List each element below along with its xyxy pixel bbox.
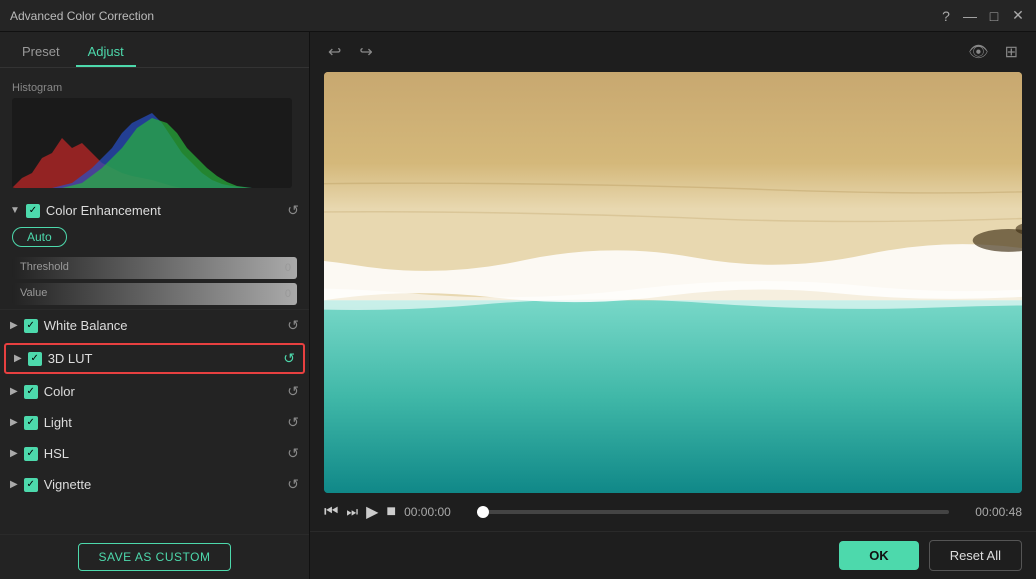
hsl-reset-icon[interactable]: ↺ — [287, 445, 299, 462]
beach-image — [324, 72, 1022, 493]
chevron-icon: ▶ — [10, 417, 18, 428]
reset-all-button[interactable]: Reset All — [929, 540, 1022, 571]
undo-button[interactable]: ↩ — [324, 40, 345, 64]
save-as-custom-button[interactable]: SAVE AS CUSTOM — [78, 543, 232, 571]
chevron-icon: ▶ — [14, 353, 22, 364]
play-button[interactable]: ▶ — [366, 502, 378, 522]
chevron-icon: ▶ — [10, 320, 18, 331]
section-white-balance[interactable]: ▶ ✓ White Balance ↺ — [0, 310, 309, 341]
value-value: 0 — [285, 288, 291, 300]
chevron-icon[interactable]: ▼ — [10, 205, 20, 216]
value-slider[interactable]: Value 0 — [12, 283, 297, 305]
chevron-icon: ▶ — [10, 479, 18, 490]
sections-list: ▶ ✓ White Balance ↺ ▶ ✓ 3D LUT ↺ — [0, 309, 309, 500]
right-panel: ↩ ↪ 👁 ⊞ — [310, 32, 1036, 579]
tab-preset[interactable]: Preset — [10, 38, 72, 67]
color-enhancement-header: ▼ ✓ Color Enhancement ↺ — [0, 196, 309, 225]
chevron-icon: ▶ — [10, 386, 18, 397]
section-left: ▼ ✓ Color Enhancement — [10, 203, 161, 218]
compare-button[interactable]: ⊞ — [1001, 40, 1022, 64]
redo-button[interactable]: ↪ — [355, 40, 376, 64]
toolbar-right: 👁 ⊞ — [964, 40, 1022, 64]
progress-handle[interactable] — [477, 506, 489, 518]
ok-button[interactable]: OK — [839, 541, 919, 570]
color-enhancement-label: Color Enhancement — [46, 203, 161, 218]
minimize-button[interactable]: — — [962, 8, 978, 24]
auto-button[interactable]: Auto — [12, 227, 67, 247]
rewind-button[interactable]: ⏮ — [324, 503, 338, 521]
vignette-checkbox[interactable]: ✓ — [24, 478, 38, 492]
action-bar: OK Reset All — [310, 531, 1036, 579]
maximize-button[interactable]: □ — [986, 8, 1002, 24]
section-color[interactable]: ▶ ✓ Color ↺ — [0, 376, 309, 407]
close-button[interactable]: ✕ — [1010, 8, 1026, 24]
chevron-icon: ▶ — [10, 448, 18, 459]
stop-button[interactable]: ■ — [386, 503, 396, 521]
playback-bar: ⏮ ⏭ ▶ ■ 00:00:00 00:00:48 — [310, 493, 1036, 531]
preview-area — [324, 72, 1022, 493]
section-3d-lut[interactable]: ▶ ✓ 3D LUT ↺ — [6, 345, 303, 372]
titlebar: Advanced Color Correction ? — □ ✕ — [0, 0, 1036, 32]
color-enhancement-checkbox[interactable]: ✓ — [26, 204, 40, 218]
3d-lut-label: 3D LUT — [48, 351, 93, 366]
vignette-reset-icon[interactable]: ↺ — [287, 476, 299, 493]
section-hsl[interactable]: ▶ ✓ HSL ↺ — [0, 438, 309, 469]
toolbar-left: ↩ ↪ — [324, 40, 377, 64]
progress-bar[interactable] — [477, 510, 949, 514]
eye-button[interactable]: 👁 — [964, 40, 992, 64]
white-balance-reset-icon[interactable]: ↺ — [287, 317, 299, 334]
panel-scroll-area[interactable]: Histogram ▼ ✓ Color E — [0, 68, 309, 534]
help-button[interactable]: ? — [938, 8, 954, 24]
color-label: Color — [44, 384, 75, 399]
white-balance-checkbox[interactable]: ✓ — [24, 319, 38, 333]
bottom-bar: SAVE AS CUSTOM — [0, 534, 309, 579]
hsl-checkbox[interactable]: ✓ — [24, 447, 38, 461]
toolbar: ↩ ↪ 👁 ⊞ — [310, 32, 1036, 72]
left-panel: Preset Adjust Histogram — [0, 32, 310, 579]
hsl-label: HSL — [44, 446, 69, 461]
value-row: Value 0 — [12, 283, 297, 305]
threshold-row: Threshold 0 — [12, 257, 297, 279]
main-layout: Preset Adjust Histogram — [0, 32, 1036, 579]
section-vignette[interactable]: ▶ ✓ Vignette ↺ — [0, 469, 309, 500]
white-balance-label: White Balance — [44, 318, 128, 333]
window-title: Advanced Color Correction — [10, 9, 154, 23]
3d-lut-checkbox[interactable]: ✓ — [28, 352, 42, 366]
threshold-slider[interactable]: Threshold 0 — [12, 257, 297, 279]
light-reset-icon[interactable]: ↺ — [287, 414, 299, 431]
tab-bar: Preset Adjust — [0, 32, 309, 68]
histogram-label: Histogram — [12, 82, 297, 94]
color-enhancement-reset-icon[interactable]: ↺ — [287, 202, 299, 219]
step-back-button[interactable]: ⏭ — [346, 504, 358, 520]
color-checkbox[interactable]: ✓ — [24, 385, 38, 399]
color-reset-icon[interactable]: ↺ — [287, 383, 299, 400]
value-label: Value — [20, 287, 47, 299]
tab-adjust[interactable]: Adjust — [76, 38, 136, 67]
threshold-value: 0 — [285, 262, 291, 274]
histogram-canvas — [12, 98, 292, 188]
time-end: 00:00:48 — [957, 505, 1022, 519]
window-controls: ? — □ ✕ — [938, 8, 1026, 24]
time-start: 00:00:00 — [404, 505, 469, 519]
histogram-section: Histogram — [0, 76, 309, 196]
section-light[interactable]: ▶ ✓ Light ↺ — [0, 407, 309, 438]
light-label: Light — [44, 415, 72, 430]
3d-lut-reset-icon[interactable]: ↺ — [283, 350, 295, 367]
light-checkbox[interactable]: ✓ — [24, 416, 38, 430]
threshold-label: Threshold — [20, 261, 69, 273]
vignette-label: Vignette — [44, 477, 91, 492]
